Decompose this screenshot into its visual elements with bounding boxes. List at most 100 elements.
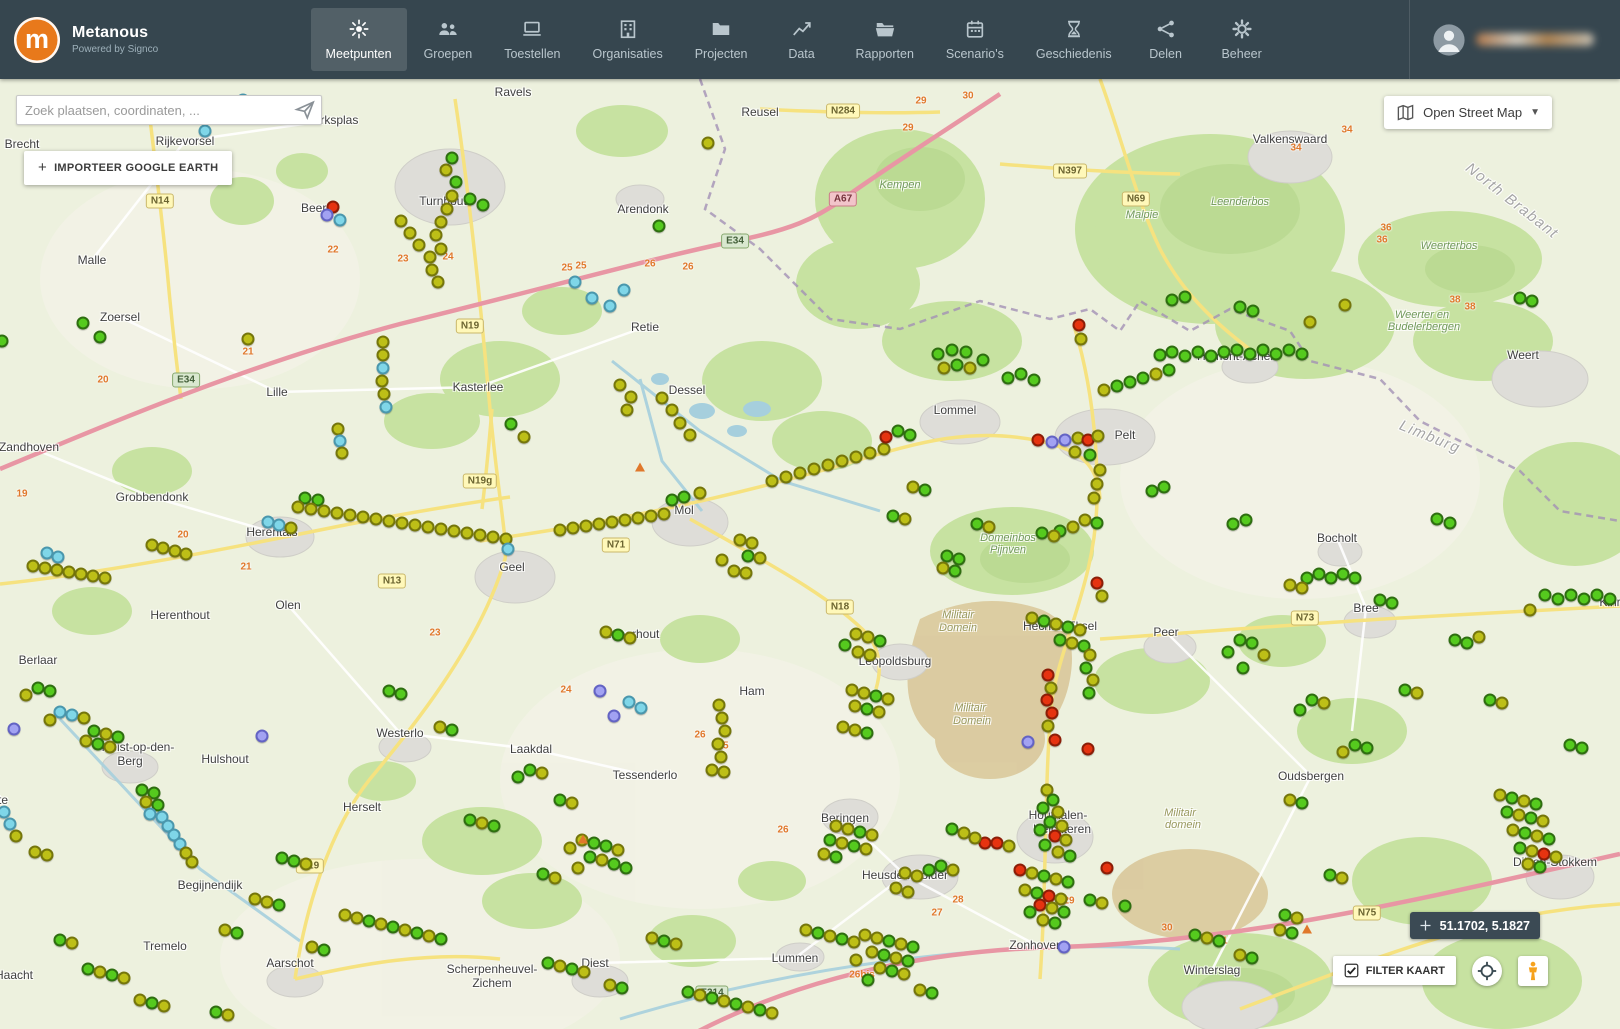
measurement-dot[interactable] [199, 125, 212, 138]
measurement-dot[interactable] [321, 209, 334, 222]
measurement-dot[interactable] [395, 688, 408, 701]
measurement-dot[interactable] [1205, 350, 1218, 363]
measurement-dot[interactable] [422, 521, 435, 534]
measurement-dot[interactable] [273, 519, 286, 532]
measurement-dot[interactable] [80, 735, 93, 748]
measurement-dot[interactable] [54, 934, 67, 947]
measurement-dot[interactable] [1496, 697, 1509, 710]
measurement-dot[interactable] [20, 689, 33, 702]
measurement-dot[interactable] [1015, 368, 1028, 381]
measurement-dot[interactable] [566, 963, 579, 976]
measurement-dot[interactable] [549, 872, 562, 885]
measurement-dot[interactable] [1150, 368, 1163, 381]
measurement-dot[interactable] [435, 243, 448, 256]
measurement-dot[interactable] [839, 639, 852, 652]
measurement-dot[interactable] [1037, 802, 1050, 815]
measurement-dot[interactable] [846, 684, 859, 697]
measurement-dot[interactable] [898, 968, 911, 981]
measurement-dot[interactable] [1049, 734, 1062, 747]
measurement-dot[interactable] [1227, 518, 1240, 531]
measurement-dot[interactable] [336, 447, 349, 460]
nav-item-beheer[interactable]: Beheer [1205, 8, 1279, 71]
measurement-dot[interactable] [1201, 932, 1214, 945]
measurement-dot[interactable] [396, 517, 409, 530]
measurement-dot[interactable] [766, 475, 779, 488]
measurement-dot[interactable] [842, 823, 855, 836]
measurement-dot[interactable] [658, 508, 671, 521]
measurement-dot[interactable] [1034, 824, 1047, 837]
measurement-dot[interactable] [874, 962, 887, 975]
measurement-dot[interactable] [572, 862, 585, 875]
import-google-earth-button[interactable]: + IMPORTEER GOOGLE EARTH [24, 151, 232, 185]
measurement-dot[interactable] [404, 227, 417, 240]
measurement-dot[interactable] [1066, 637, 1079, 650]
measurement-dot[interactable] [1091, 577, 1104, 590]
measurement-dot[interactable] [357, 511, 370, 524]
measurement-dot[interactable] [344, 509, 357, 522]
measurement-dot[interactable] [1189, 929, 1202, 942]
measurement-dot[interactable] [818, 848, 831, 861]
measurement-dot[interactable] [864, 649, 877, 662]
measurement-dot[interactable] [1246, 637, 1259, 650]
measurement-dot[interactable] [434, 721, 447, 734]
measurement-dot[interactable] [1324, 869, 1337, 882]
measurement-dot[interactable] [1002, 372, 1015, 385]
measurement-dot[interactable] [1283, 344, 1296, 357]
measurement-dot[interactable] [375, 918, 388, 931]
measurement-dot[interactable] [1522, 858, 1535, 871]
measurement-dot[interactable] [902, 955, 915, 968]
measurement-dot[interactable] [1119, 900, 1132, 913]
measurement-dot[interactable] [1294, 704, 1307, 717]
measurement-dot[interactable] [808, 463, 821, 476]
measurement-dot[interactable] [1484, 694, 1497, 707]
measurement-dot[interactable] [377, 362, 390, 375]
measurement-dot[interactable] [718, 995, 731, 1008]
measurement-dot[interactable] [378, 388, 391, 401]
measurement-dot[interactable] [1534, 861, 1547, 874]
measurement-dot[interactable] [1026, 612, 1039, 625]
measurement-dot[interactable] [44, 685, 57, 698]
measurement-dot[interactable] [886, 965, 899, 978]
measurement-dot[interactable] [332, 423, 345, 436]
measurement-dot[interactable] [10, 830, 23, 843]
measurement-dot[interactable] [1506, 792, 1519, 805]
measurement-dot[interactable] [580, 520, 593, 533]
measurement-dot[interactable] [51, 564, 64, 577]
measurement-dot[interactable] [862, 974, 875, 987]
measurement-dot[interactable] [242, 333, 255, 346]
measurement-dot[interactable] [604, 979, 617, 992]
measurement-dot[interactable] [1349, 572, 1362, 585]
measurement-dot[interactable] [32, 682, 45, 695]
measurement-dot[interactable] [99, 572, 112, 585]
measurement-dot[interactable] [1337, 746, 1350, 759]
measurement-dot[interactable] [383, 685, 396, 698]
measurement-dot[interactable] [1361, 742, 1374, 755]
map-canvas[interactable]: BrechtMerksplasRavelsReuselRijkevorselVa… [0, 79, 1620, 1029]
measurement-dot[interactable] [1124, 376, 1137, 389]
measurement-dot[interactable] [1073, 319, 1086, 332]
measurement-dot[interactable] [1244, 348, 1257, 361]
measurement-dot[interactable] [666, 404, 679, 417]
measurement-dot[interactable] [1296, 348, 1309, 361]
measurement-dot[interactable] [158, 1000, 171, 1013]
measurement-dot[interactable] [1578, 593, 1591, 606]
measurement-dot[interactable] [742, 1001, 755, 1014]
measurement-dot[interactable] [1258, 649, 1271, 662]
measurement-dot[interactable] [588, 837, 601, 850]
measurement-dot[interactable] [1234, 949, 1247, 962]
measurement-dot[interactable] [600, 626, 613, 639]
measurement-dot[interactable] [938, 362, 951, 375]
measurement-dot[interactable] [1039, 839, 1052, 852]
measurement-dot[interactable] [1565, 589, 1578, 602]
measurement-dot[interactable] [318, 505, 331, 518]
measurement-dot[interactable] [612, 629, 625, 642]
measurement-dot[interactable] [866, 946, 879, 959]
measurement-dot[interactable] [850, 451, 863, 464]
measurement-dot[interactable] [850, 954, 863, 967]
measurement-dot[interactable] [474, 529, 487, 542]
measurement-dot[interactable] [66, 937, 79, 950]
measurement-dot[interactable] [852, 646, 865, 659]
measurement-dot[interactable] [694, 487, 707, 500]
measurement-dot[interactable] [542, 957, 555, 970]
measurement-dot[interactable] [614, 379, 627, 392]
